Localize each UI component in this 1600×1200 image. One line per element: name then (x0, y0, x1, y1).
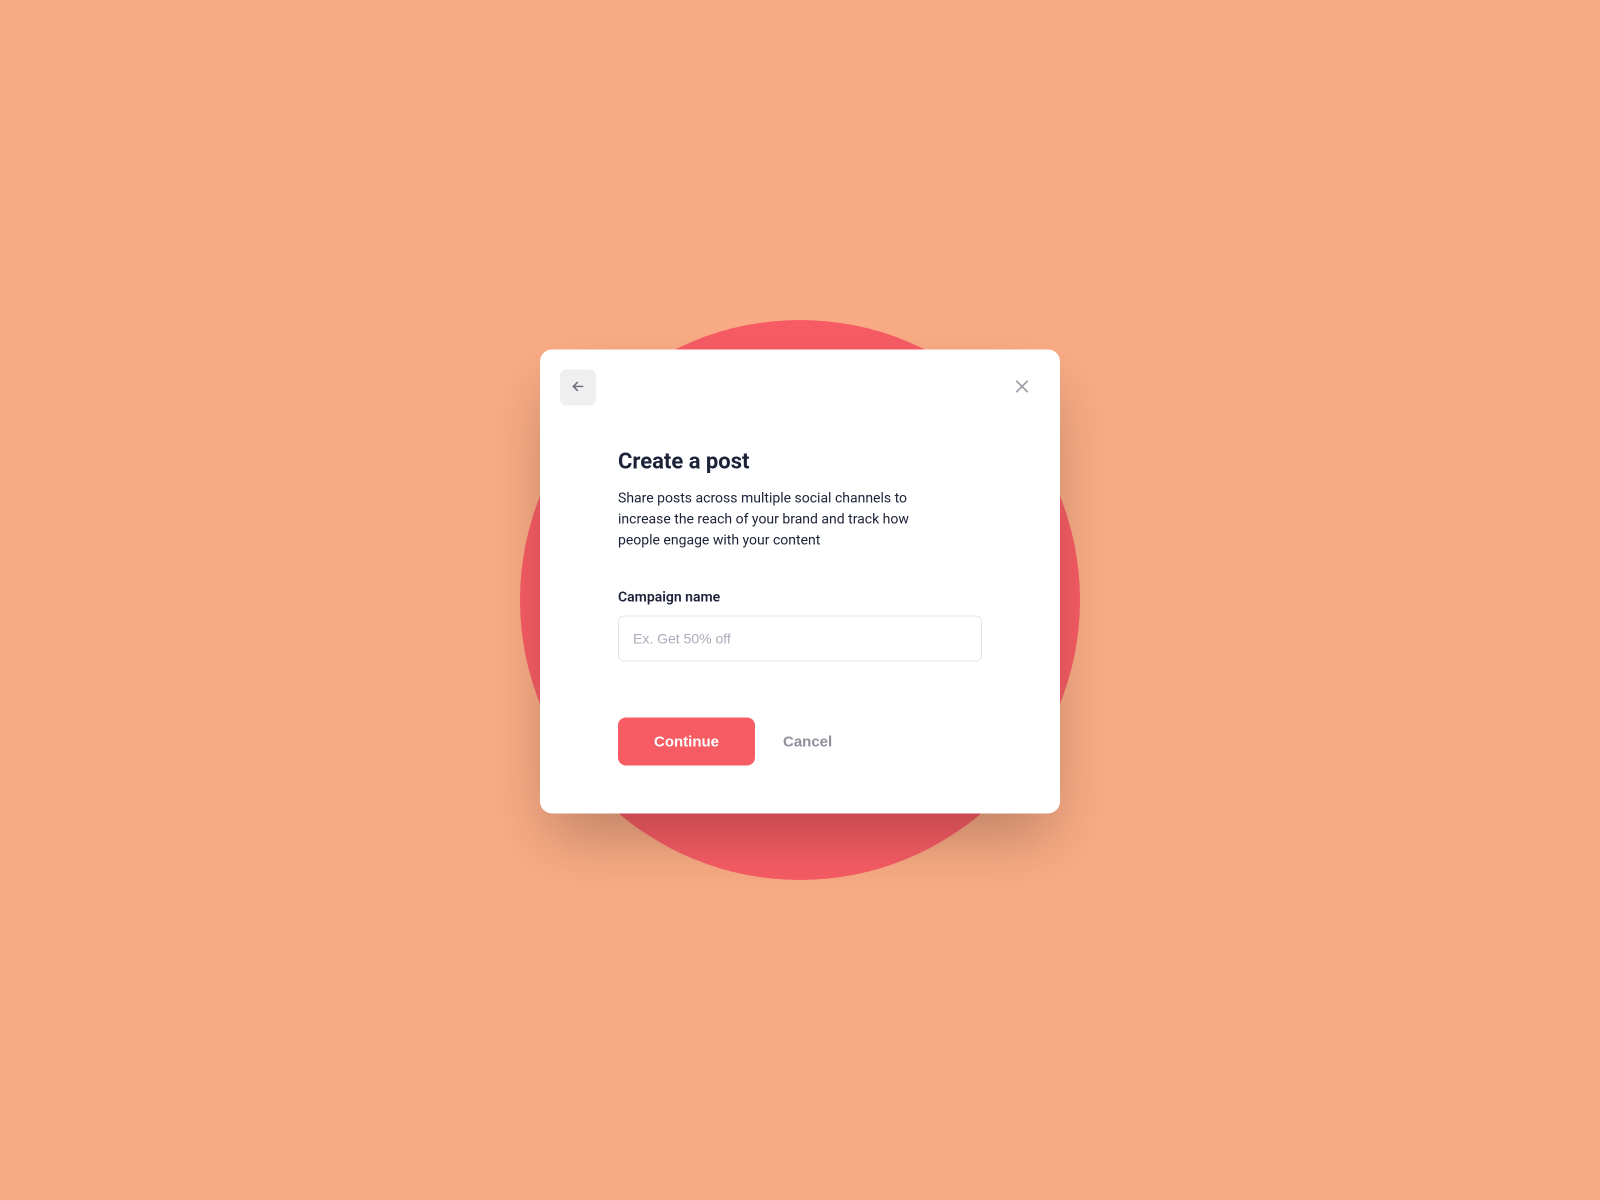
modal-description: Share posts across multiple social chann… (618, 488, 918, 551)
close-icon (1013, 377, 1031, 398)
modal-title: Create a post (618, 449, 982, 474)
back-button[interactable] (560, 369, 596, 405)
modal-header (560, 369, 1040, 405)
continue-button[interactable]: Continue (618, 717, 755, 765)
arrow-left-icon (570, 378, 586, 397)
cancel-button[interactable]: Cancel (783, 733, 832, 750)
campaign-name-input[interactable] (618, 615, 982, 661)
campaign-name-label: Campaign name (618, 589, 982, 605)
modal-content: Create a post Share posts across multipl… (560, 405, 1040, 765)
close-button[interactable] (1004, 369, 1040, 405)
create-post-modal: Create a post Share posts across multipl… (540, 349, 1060, 813)
modal-actions: Continue Cancel (618, 717, 982, 765)
